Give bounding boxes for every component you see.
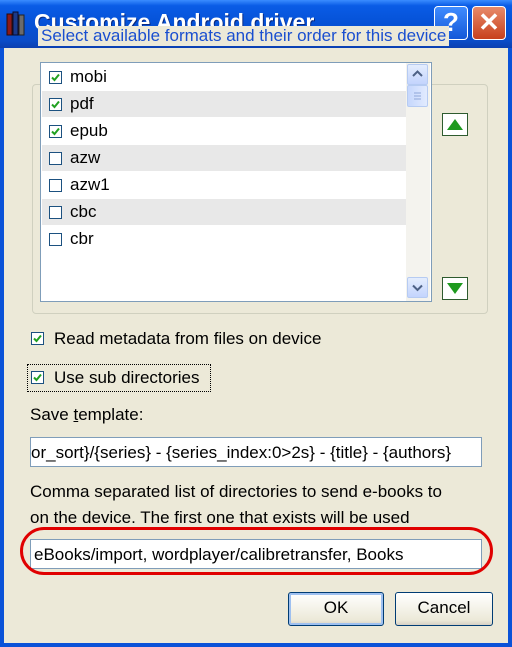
directories-hint-line1: Comma separated list of directories to s…: [30, 482, 442, 501]
format-checkbox[interactable]: [49, 206, 62, 219]
checkmark-icon: [33, 373, 42, 382]
ok-button[interactable]: OK: [288, 592, 384, 626]
format-list-item[interactable]: cbc: [42, 199, 406, 225]
books-icon: [6, 11, 28, 37]
format-label: azw: [70, 148, 101, 167]
checkmark-icon: [51, 100, 60, 109]
format-list-item[interactable]: epub: [42, 118, 406, 144]
format-label: epub: [70, 121, 108, 140]
format-checkbox[interactable]: [49, 179, 62, 192]
format-label: pdf: [70, 94, 94, 113]
formats-group-title: Select available formats and their order…: [38, 26, 450, 46]
formats-list[interactable]: mobi pdf epub azw azw1 cbc cbr: [40, 62, 432, 302]
save-template-label-pre: Save: [30, 405, 74, 424]
close-button[interactable]: ✕: [472, 6, 506, 40]
save-template-label-post: emplate:: [78, 405, 144, 424]
checkmark-icon: [51, 127, 60, 136]
use-subdirs-checkbox[interactable]: [31, 371, 44, 384]
format-checkbox[interactable]: [49, 125, 62, 138]
format-label: cbr: [70, 229, 94, 248]
close-icon: ✕: [478, 7, 500, 37]
chevron-down-icon: [412, 284, 423, 292]
scroll-down-button[interactable]: [407, 277, 428, 298]
triangle-down-icon: [447, 283, 463, 294]
save-template-input[interactable]: or_sort}/{series} - {series_index:0>2s} …: [30, 437, 482, 467]
directories-hint-line2: on the device. The first one that exists…: [30, 508, 410, 527]
format-checkbox[interactable]: [49, 152, 62, 165]
save-template-label: Save template:: [30, 405, 143, 425]
scroll-up-button[interactable]: [407, 64, 428, 85]
cancel-button[interactable]: Cancel: [395, 592, 493, 626]
triangle-up-icon: [447, 119, 463, 130]
format-checkbox[interactable]: [49, 98, 62, 111]
use-subdirs-label: Use sub directories: [54, 368, 200, 387]
format-list-item[interactable]: azw: [42, 145, 406, 171]
read-metadata-label: Read metadata from files on device: [54, 329, 322, 348]
scroll-thumb[interactable]: [407, 85, 428, 107]
formats-list-scrollbar[interactable]: [406, 63, 430, 301]
format-list-item[interactable]: mobi: [42, 64, 406, 90]
format-checkbox[interactable]: [49, 71, 62, 84]
format-label: azw1: [70, 175, 110, 194]
format-list-item[interactable]: azw1: [42, 172, 406, 198]
format-label: cbc: [70, 202, 97, 221]
highlight-annotation: [20, 527, 493, 575]
format-list-item[interactable]: cbr: [42, 226, 406, 252]
format-label: mobi: [70, 67, 107, 86]
save-template-value: or_sort}/{series} - {series_index:0>2s} …: [31, 443, 452, 462]
format-list-item[interactable]: pdf: [42, 91, 406, 117]
chevron-up-icon: [412, 70, 423, 77]
read-metadata-checkbox[interactable]: [31, 332, 44, 345]
move-down-button[interactable]: [442, 277, 468, 300]
move-up-button[interactable]: [442, 113, 468, 136]
checkmark-icon: [51, 73, 60, 82]
checkmark-icon: [33, 334, 42, 343]
grip-icon: [414, 92, 421, 100]
format-checkbox[interactable]: [49, 233, 62, 246]
